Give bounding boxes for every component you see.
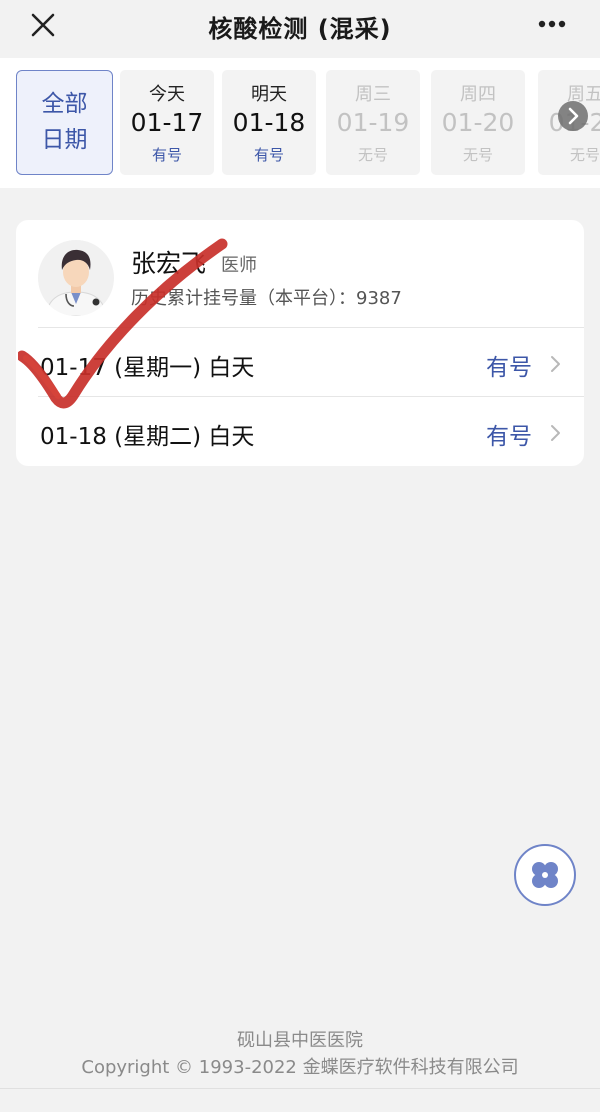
schedule-date: 01-18 (星期二) 白天 bbox=[40, 424, 255, 450]
date-weekday: 周三 bbox=[355, 84, 391, 105]
date-weekday: 周四 bbox=[460, 84, 496, 105]
clover-icon bbox=[532, 862, 558, 888]
date-item-thu[interactable]: 周四 01-20 无号 bbox=[431, 70, 525, 175]
divider bbox=[0, 1088, 600, 1089]
date-day: 01-20 bbox=[441, 108, 515, 137]
date-item-wed[interactable]: 周三 01-19 无号 bbox=[326, 70, 420, 175]
date-status: 无号 bbox=[462, 146, 493, 164]
date-status: 无号 bbox=[569, 146, 600, 164]
doctor-name: 张宏飞 bbox=[131, 249, 207, 278]
all-dates-label-line1: 全部 bbox=[41, 91, 88, 117]
footer-org: 砚山县中医医院 bbox=[237, 1030, 363, 1051]
date-item-today[interactable]: 今天 01-17 有号 bbox=[120, 70, 214, 175]
doctor-avatar bbox=[38, 240, 114, 316]
chevron-right-icon bbox=[549, 423, 563, 443]
doctor-card: 张宏飞 医师 历史累计挂号量（本平台）：9387 01-17 (星期一) 白天 … bbox=[16, 220, 584, 466]
date-day: 01-18 bbox=[232, 108, 306, 137]
page-title: 核酸检测 (混采) bbox=[208, 15, 392, 43]
doctor-stat: 历史累计挂号量（本平台）：9387 bbox=[131, 288, 402, 309]
schedule-row[interactable]: 01-17 (星期一) 白天 有号 bbox=[16, 328, 584, 397]
date-weekday: 今天 bbox=[149, 84, 185, 105]
date-day: 01-17 bbox=[130, 108, 204, 137]
navbar: 核酸检测 (混采) bbox=[0, 0, 600, 54]
schedule-status: 有号 bbox=[486, 355, 532, 381]
date-weekday: 明天 bbox=[251, 84, 287, 105]
more-dots-icon[interactable] bbox=[530, 10, 574, 40]
date-day: 01-19 bbox=[336, 108, 410, 137]
chevron-right-icon bbox=[549, 354, 563, 374]
date-status: 有号 bbox=[253, 146, 284, 164]
all-dates-label-line2: 日期 bbox=[41, 127, 88, 153]
date-status: 有号 bbox=[151, 146, 182, 164]
doctor-title: 医师 bbox=[221, 255, 257, 276]
chevron-right-icon[interactable] bbox=[558, 101, 588, 131]
schedule-date: 01-17 (星期一) 白天 bbox=[40, 355, 255, 381]
footer-copyright: Copyright © 1993-2022 金蝶医疗软件科技有限公司 bbox=[81, 1057, 519, 1078]
schedule-status: 有号 bbox=[486, 424, 532, 450]
schedule-row[interactable]: 01-18 (星期二) 白天 有号 bbox=[16, 397, 584, 466]
date-status: 无号 bbox=[357, 146, 388, 164]
floating-menu-button[interactable] bbox=[514, 844, 576, 906]
date-item-tomorrow[interactable]: 明天 01-18 有号 bbox=[222, 70, 316, 175]
date-strip: 全部 日期 今天 01-17 有号 明天 01-18 有号 周三 01-19 无… bbox=[0, 58, 600, 188]
all-dates-button[interactable]: 全部 日期 bbox=[16, 70, 113, 175]
